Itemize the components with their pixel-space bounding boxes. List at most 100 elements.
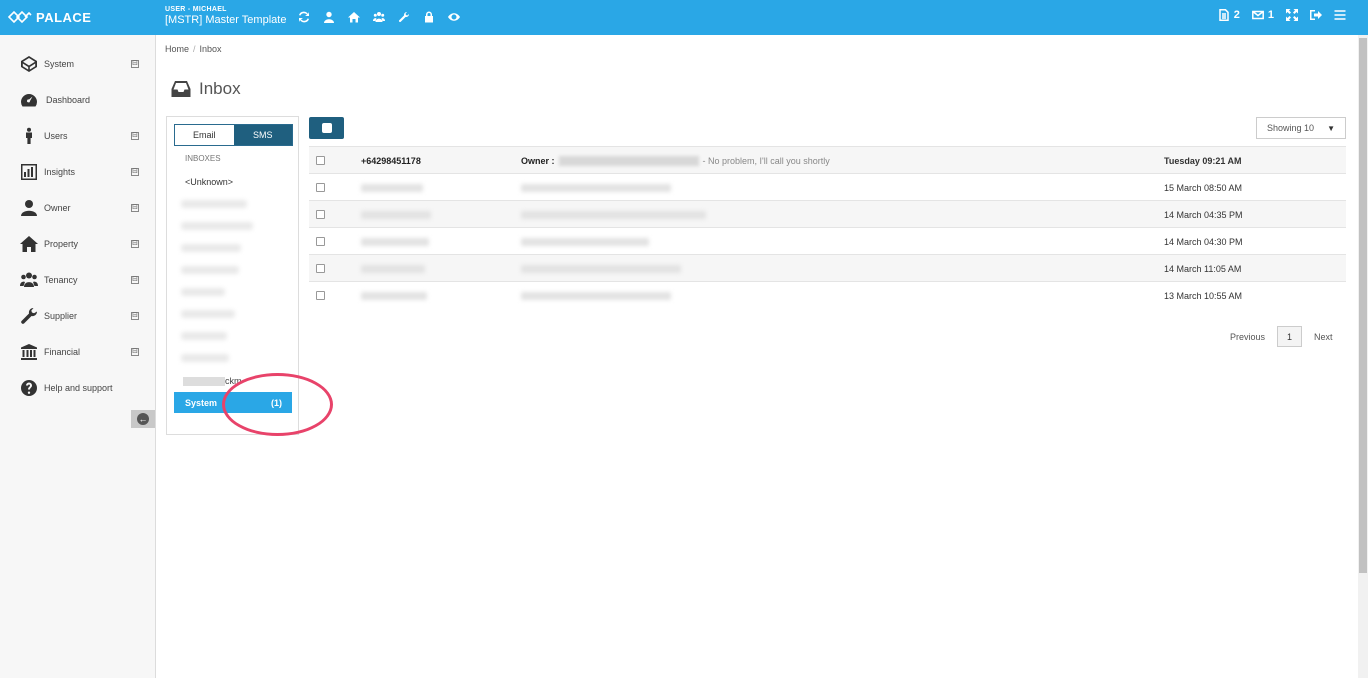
- sign-out-icon: [1310, 10, 1322, 20]
- inbox-panel: Email SMS INBOXES <Unknown> ckm System (…: [166, 116, 299, 435]
- expand-icon[interactable]: ⊟: [131, 204, 139, 212]
- redacted-number: [361, 211, 431, 219]
- expand-icon[interactable]: ⊟: [131, 168, 139, 176]
- sidebar-item-financial[interactable]: Financial ⊟: [0, 334, 155, 370]
- redacted-number: [361, 292, 427, 300]
- inbox-icon: [171, 81, 191, 97]
- row-checkbox[interactable]: [316, 156, 325, 165]
- inbox-item-redacted[interactable]: [181, 244, 241, 252]
- redacted-number: [361, 265, 425, 273]
- sidebar-item-label: Dashboard: [46, 95, 91, 105]
- fullscreen-button[interactable]: [1286, 9, 1298, 21]
- logout-button[interactable]: [1310, 9, 1322, 21]
- quick-actions: [296, 9, 462, 25]
- expand-icon[interactable]: ⊟: [131, 132, 139, 140]
- expand-icon[interactable]: ⊟: [131, 276, 139, 284]
- logo[interactable]: PALACE: [8, 9, 91, 25]
- row-checkbox[interactable]: [316, 291, 325, 300]
- message-row[interactable]: 15 March 08:50 AM: [309, 173, 1346, 200]
- documents-count: 2: [1233, 9, 1240, 21]
- breadcrumb-current: Inbox: [199, 44, 222, 54]
- page-size-select[interactable]: Showing 10 ▼: [1256, 117, 1346, 139]
- message-row[interactable]: 13 March 10:55 AM: [309, 281, 1346, 308]
- inbox-unknown[interactable]: <Unknown>: [185, 177, 233, 187]
- inbox-system-label: System: [185, 397, 218, 408]
- row-checkbox[interactable]: [316, 183, 325, 192]
- pagination: Previous 1 Next: [1230, 326, 1333, 347]
- row-checkbox[interactable]: [316, 264, 325, 273]
- message-date: 14 March 11:05 AM: [1164, 264, 1242, 274]
- inbox-item-redacted[interactable]: [181, 354, 229, 362]
- home-icon[interactable]: [346, 9, 362, 25]
- sidebar-item-label: Help and support: [44, 383, 113, 393]
- inbox-item-partial[interactable]: ckm: [183, 376, 242, 386]
- sidebar-item-supplier[interactable]: Supplier ⊟: [0, 298, 155, 334]
- sidebar-item-system[interactable]: System ⊟: [0, 46, 155, 82]
- wrench-icon: [19, 306, 39, 326]
- person-icon[interactable]: [321, 9, 337, 25]
- brand-name: PALACE: [36, 9, 92, 25]
- collapse-sidebar-button[interactable]: ←: [131, 410, 155, 428]
- hamburger-icon: [1334, 10, 1346, 20]
- lock-icon[interactable]: [421, 9, 437, 25]
- row-checkbox[interactable]: [316, 210, 325, 219]
- expand-icon[interactable]: ⊟: [131, 60, 139, 68]
- sidebar-item-owner[interactable]: Owner ⊟: [0, 190, 155, 226]
- expand-icon[interactable]: ⊟: [131, 348, 139, 356]
- message-row[interactable]: 14 March 04:35 PM: [309, 200, 1346, 227]
- group-icon[interactable]: [371, 9, 387, 25]
- mail-indicator[interactable]: 1: [1251, 9, 1274, 21]
- palace-logo-icon: [8, 10, 32, 24]
- scrollbar-thumb[interactable]: [1359, 38, 1367, 573]
- documents-indicator[interactable]: 2: [1218, 9, 1240, 21]
- message-date: 15 March 08:50 AM: [1164, 183, 1243, 193]
- breadcrumb: Home / Inbox: [165, 44, 222, 54]
- inbox-item-redacted[interactable]: [181, 332, 227, 340]
- chart-icon: [19, 162, 39, 182]
- sidebar-item-tenancy[interactable]: Tenancy ⊟: [0, 262, 155, 298]
- redacted-mask: [183, 376, 225, 386]
- sidebar-item-insights[interactable]: Insights ⊟: [0, 154, 155, 190]
- group-icon: [19, 270, 39, 290]
- fullscreen-icon: [1286, 9, 1298, 21]
- inbox-item-redacted[interactable]: [181, 266, 239, 274]
- message-row[interactable]: 14 March 11:05 AM: [309, 254, 1346, 281]
- dashboard-icon: [19, 90, 39, 110]
- inbox-item-redacted[interactable]: [181, 222, 253, 230]
- sidebar-item-dashboard[interactable]: Dashboard: [0, 82, 155, 118]
- eye-icon[interactable]: [446, 9, 462, 25]
- wrench-icon[interactable]: [396, 9, 412, 25]
- previous-page-button[interactable]: Previous: [1230, 332, 1265, 342]
- select-all-button[interactable]: [309, 117, 344, 139]
- inbox-system[interactable]: System (1): [174, 392, 292, 413]
- redacted-subject: [521, 265, 681, 273]
- inbox-item-redacted[interactable]: [181, 310, 235, 318]
- sidebar-item-users[interactable]: Users ⊟: [0, 118, 155, 154]
- breadcrumb-home[interactable]: Home: [165, 44, 189, 54]
- sidebar-item-property[interactable]: Property ⊟: [0, 226, 155, 262]
- inbox-item-redacted[interactable]: [181, 200, 247, 208]
- page-number-button[interactable]: 1: [1277, 326, 1303, 347]
- expand-icon[interactable]: ⊟: [131, 312, 139, 320]
- inbox-system-count: (1): [271, 397, 282, 408]
- tab-sms[interactable]: SMS: [233, 125, 292, 145]
- menu-button[interactable]: [1334, 9, 1346, 21]
- sidebar-item-help[interactable]: Help and support: [0, 370, 155, 406]
- expand-icon[interactable]: ⊟: [131, 240, 139, 248]
- inbox-item-redacted[interactable]: [181, 288, 225, 296]
- redacted-number: [361, 184, 423, 192]
- message-list: +64298451178 Owner : - No problem, I'll …: [309, 146, 1346, 308]
- person-icon: [19, 126, 39, 146]
- row-checkbox[interactable]: [316, 237, 325, 246]
- sidebar-item-label: Property: [44, 239, 79, 249]
- refresh-icon[interactable]: [296, 9, 312, 25]
- next-page-button[interactable]: Next: [1314, 332, 1333, 342]
- template-name[interactable]: [MSTR] Master Template: [165, 14, 286, 26]
- scrollbar[interactable]: [1358, 35, 1368, 678]
- home-icon: [19, 234, 39, 254]
- tab-email[interactable]: Email: [175, 125, 234, 145]
- message-row[interactable]: +64298451178 Owner : - No problem, I'll …: [309, 146, 1346, 173]
- redacted-subject: [521, 238, 649, 246]
- sidebar-item-label: Supplier: [44, 311, 78, 321]
- message-row[interactable]: 14 March 04:30 PM: [309, 227, 1346, 254]
